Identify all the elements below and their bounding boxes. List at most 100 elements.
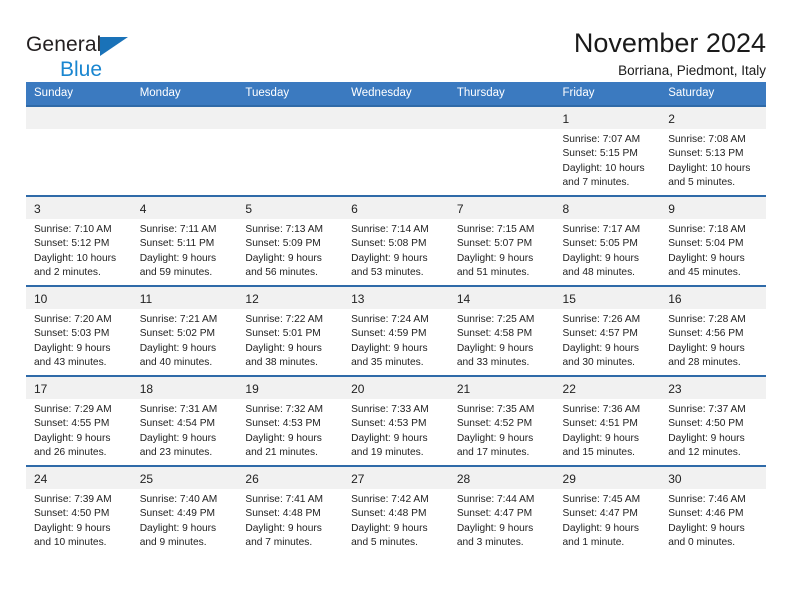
day-cell-24[interactable]: 24 Sunrise: 7:39 AM Sunset: 4:50 PM Dayligh… — [26, 464, 132, 552]
day-detail-line: Sunrise: 7:44 AM — [456, 493, 535, 505]
general-blue-logo[interactable]: General Blue — [26, 26, 146, 80]
day-cell-content: 24 Sunrise: 7:39 AM Sunset: 4:50 PM Dayligh… — [26, 466, 132, 552]
day-detail-line: Sunrise: 7:36 AM — [562, 403, 641, 415]
day-detail-line: Sunset: 4:56 PM — [668, 328, 744, 340]
day-detail-line: Sunset: 4:53 PM — [351, 418, 427, 430]
day-detail-line: Sunset: 4:48 PM — [245, 508, 321, 520]
day-detail-line: and 51 minutes. — [456, 267, 530, 279]
day-number: 10 — [26, 286, 132, 309]
day-cell-13[interactable]: 13 Sunrise: 7:24 AM Sunset: 4:59 PM Dayligh… — [343, 284, 449, 376]
day-detail-line: Sunrise: 7:46 AM — [668, 493, 746, 505]
day-cell-11[interactable]: 11 Sunrise: 7:21 AM Sunset: 5:02 PM Dayligh… — [131, 284, 238, 376]
day-cell-18[interactable]: 18 Sunrise: 7:31 AM Sunset: 4:54 PM Dayligh… — [131, 374, 238, 466]
day-detail-line: Sunrise: 7:15 AM — [456, 223, 535, 235]
day-detail-line: Sunset: 4:54 PM — [139, 418, 216, 430]
day-cell-content: 2 Sunrise: 7:08 AM Sunset: 5:13 PM Daylight… — [660, 106, 766, 195]
day-sun-details: Sunrise: 7:39 AM Sunset: 4:50 PM Daylight:… — [26, 489, 132, 551]
day-cell-content: 22 Sunrise: 7:36 AM Sunset: 4:51 PM Dayligh… — [554, 376, 661, 465]
calendar-week-row: 17 Sunrise: 7:29 AM Sunset: 4:55 PM Dayligh… — [26, 374, 766, 466]
day-detail-line: Daylight: 9 hours — [456, 432, 534, 444]
day-cell-10[interactable]: 10 Sunrise: 7:20 AM Sunset: 5:03 PM Dayligh… — [26, 284, 132, 376]
day-detail-line: Sunrise: 7:22 AM — [245, 313, 323, 325]
day-detail-line: Daylight: 9 hours — [139, 342, 217, 354]
day-cell-3[interactable]: 3 Sunrise: 7:10 AM Sunset: 5:12 PM Daylight… — [26, 194, 132, 286]
day-cell-16[interactable]: 16 Sunrise: 7:28 AM Sunset: 4:56 PM Dayligh… — [660, 284, 766, 376]
day-cell-6[interactable]: 6 Sunrise: 7:14 AM Sunset: 5:08 PM Daylight… — [343, 194, 449, 286]
day-detail-line: and 0 minutes. — [668, 537, 736, 549]
day-detail-line: and 30 minutes. — [562, 357, 636, 369]
day-detail-line: Sunset: 4:55 PM — [34, 418, 110, 430]
day-cell-22[interactable]: 22 Sunrise: 7:36 AM Sunset: 4:51 PM Dayligh… — [554, 374, 661, 466]
day-detail-line: Sunset: 5:01 PM — [245, 328, 321, 340]
day-detail-line: Daylight: 9 hours — [351, 252, 428, 264]
day-detail-line: Sunrise: 7:14 AM — [351, 223, 429, 235]
day-cell-27[interactable]: 27 Sunrise: 7:42 AM Sunset: 4:48 PM Dayligh… — [343, 464, 449, 552]
day-number — [131, 106, 238, 129]
day-cell-8[interactable]: 8 Sunrise: 7:17 AM Sunset: 5:05 PM Daylight… — [554, 194, 661, 286]
day-detail-line: Sunset: 5:04 PM — [668, 238, 744, 250]
day-cell-14[interactable]: 14 Sunrise: 7:25 AM Sunset: 4:58 PM Dayligh… — [448, 284, 555, 376]
day-cell-20[interactable]: 20 Sunrise: 7:33 AM Sunset: 4:53 PM Dayligh… — [343, 374, 449, 466]
day-sun-details: Sunrise: 7:33 AM Sunset: 4:53 PM Daylight:… — [343, 399, 449, 461]
logo-triangle-icon — [100, 37, 128, 56]
day-cell-7[interactable]: 7 Sunrise: 7:15 AM Sunset: 5:07 PM Daylight… — [448, 194, 555, 286]
day-detail-line: Sunset: 4:52 PM — [456, 418, 533, 430]
day-cell-29[interactable]: 29 Sunrise: 7:45 AM Sunset: 4:47 PM Dayligh… — [554, 464, 661, 552]
day-cell-5[interactable]: 5 Sunrise: 7:13 AM Sunset: 5:09 PM Daylight… — [237, 194, 344, 286]
day-cell-19[interactable]: 19 Sunrise: 7:32 AM Sunset: 4:53 PM Dayligh… — [237, 374, 344, 466]
day-cell-30[interactable]: 30 Sunrise: 7:46 AM Sunset: 4:46 PM Dayligh… — [660, 464, 766, 552]
day-cell-content: 5 Sunrise: 7:13 AM Sunset: 5:09 PM Daylight… — [237, 196, 344, 285]
calendar-week-row: 10 Sunrise: 7:20 AM Sunset: 5:03 PM Dayligh… — [26, 284, 766, 376]
day-cell-content — [26, 106, 132, 195]
weekday-header-wednesday: Wednesday — [343, 82, 449, 106]
day-cell-4[interactable]: 4 Sunrise: 7:11 AM Sunset: 5:11 PM Daylight… — [131, 194, 238, 286]
calendar-week-row: 24 Sunrise: 7:39 AM Sunset: 4:50 PM Dayligh… — [26, 464, 766, 552]
day-number: 7 — [448, 196, 555, 219]
day-cell-23[interactable]: 23 Sunrise: 7:37 AM Sunset: 4:50 PM Dayligh… — [660, 374, 766, 466]
day-cell-25[interactable]: 25 Sunrise: 7:40 AM Sunset: 4:49 PM Dayligh… — [131, 464, 238, 552]
day-cell-21[interactable]: 21 Sunrise: 7:35 AM Sunset: 4:52 PM Dayligh… — [448, 374, 555, 466]
day-detail-line: and 19 minutes. — [351, 447, 424, 459]
day-detail-line: Daylight: 9 hours — [245, 342, 322, 354]
day-cell-content — [237, 106, 344, 195]
day-cell-9[interactable]: 9 Sunrise: 7:18 AM Sunset: 5:04 PM Daylight… — [660, 194, 766, 286]
day-detail-line: and 10 minutes. — [34, 537, 107, 549]
day-cell-17[interactable]: 17 Sunrise: 7:29 AM Sunset: 4:55 PM Dayligh… — [26, 374, 132, 466]
day-cell-12[interactable]: 12 Sunrise: 7:22 AM Sunset: 5:01 PM Dayligh… — [237, 284, 344, 376]
day-number: 20 — [343, 376, 449, 399]
day-detail-line: Daylight: 9 hours — [351, 342, 428, 354]
day-number: 14 — [448, 286, 555, 309]
day-detail-line: Sunrise: 7:26 AM — [562, 313, 641, 325]
day-cell-content: 23 Sunrise: 7:37 AM Sunset: 4:50 PM Dayligh… — [660, 376, 766, 465]
day-cell-15[interactable]: 15 Sunrise: 7:26 AM Sunset: 4:57 PM Dayligh… — [554, 284, 661, 376]
day-cell-2[interactable]: 2 Sunrise: 7:08 AM Sunset: 5:13 PM Daylight… — [660, 104, 766, 196]
day-detail-line: Sunrise: 7:41 AM — [245, 493, 323, 505]
day-detail-line: and 7 minutes. — [562, 177, 630, 189]
day-detail-line: Daylight: 9 hours — [668, 252, 745, 264]
day-detail-line: Sunset: 4:47 PM — [562, 508, 638, 520]
day-cell-content: 28 Sunrise: 7:44 AM Sunset: 4:47 PM Dayligh… — [448, 466, 555, 552]
day-detail-line: Daylight: 9 hours — [34, 342, 111, 354]
day-cell-content: 26 Sunrise: 7:41 AM Sunset: 4:48 PM Dayligh… — [237, 466, 344, 552]
day-detail-line: Daylight: 9 hours — [34, 522, 111, 534]
day-detail-line: Sunset: 5:03 PM — [34, 328, 110, 340]
day-number: 6 — [343, 196, 449, 219]
day-cell-1[interactable]: 1 Sunrise: 7:07 AM Sunset: 5:15 PM Daylight… — [554, 104, 661, 196]
day-sun-details: Sunrise: 7:21 AM Sunset: 5:02 PM Daylight:… — [132, 309, 238, 371]
day-cell-28[interactable]: 28 Sunrise: 7:44 AM Sunset: 4:47 PM Dayligh… — [448, 464, 555, 552]
page-title: November 2024 — [573, 28, 766, 58]
day-detail-line: Sunset: 4:50 PM — [668, 418, 744, 430]
day-sun-details: Sunrise: 7:17 AM Sunset: 5:05 PM Daylight:… — [555, 219, 661, 281]
day-number: 21 — [448, 376, 555, 399]
day-number — [448, 106, 555, 129]
day-cell-26[interactable]: 26 Sunrise: 7:41 AM Sunset: 4:48 PM Dayligh… — [237, 464, 344, 552]
day-sun-details: Sunrise: 7:28 AM Sunset: 4:56 PM Daylight:… — [660, 309, 766, 371]
day-detail-line: Daylight: 9 hours — [351, 522, 428, 534]
day-sun-details — [132, 129, 238, 133]
day-number: 16 — [660, 286, 766, 309]
day-detail-line: Sunset: 5:05 PM — [562, 238, 638, 250]
day-detail-line: Sunset: 4:57 PM — [562, 328, 638, 340]
day-cell-content: 7 Sunrise: 7:15 AM Sunset: 5:07 PM Daylight… — [448, 196, 555, 285]
day-cell-content — [448, 106, 555, 195]
title-block: November 2024 Borriana, Piedmont, Italy — [574, 26, 766, 79]
